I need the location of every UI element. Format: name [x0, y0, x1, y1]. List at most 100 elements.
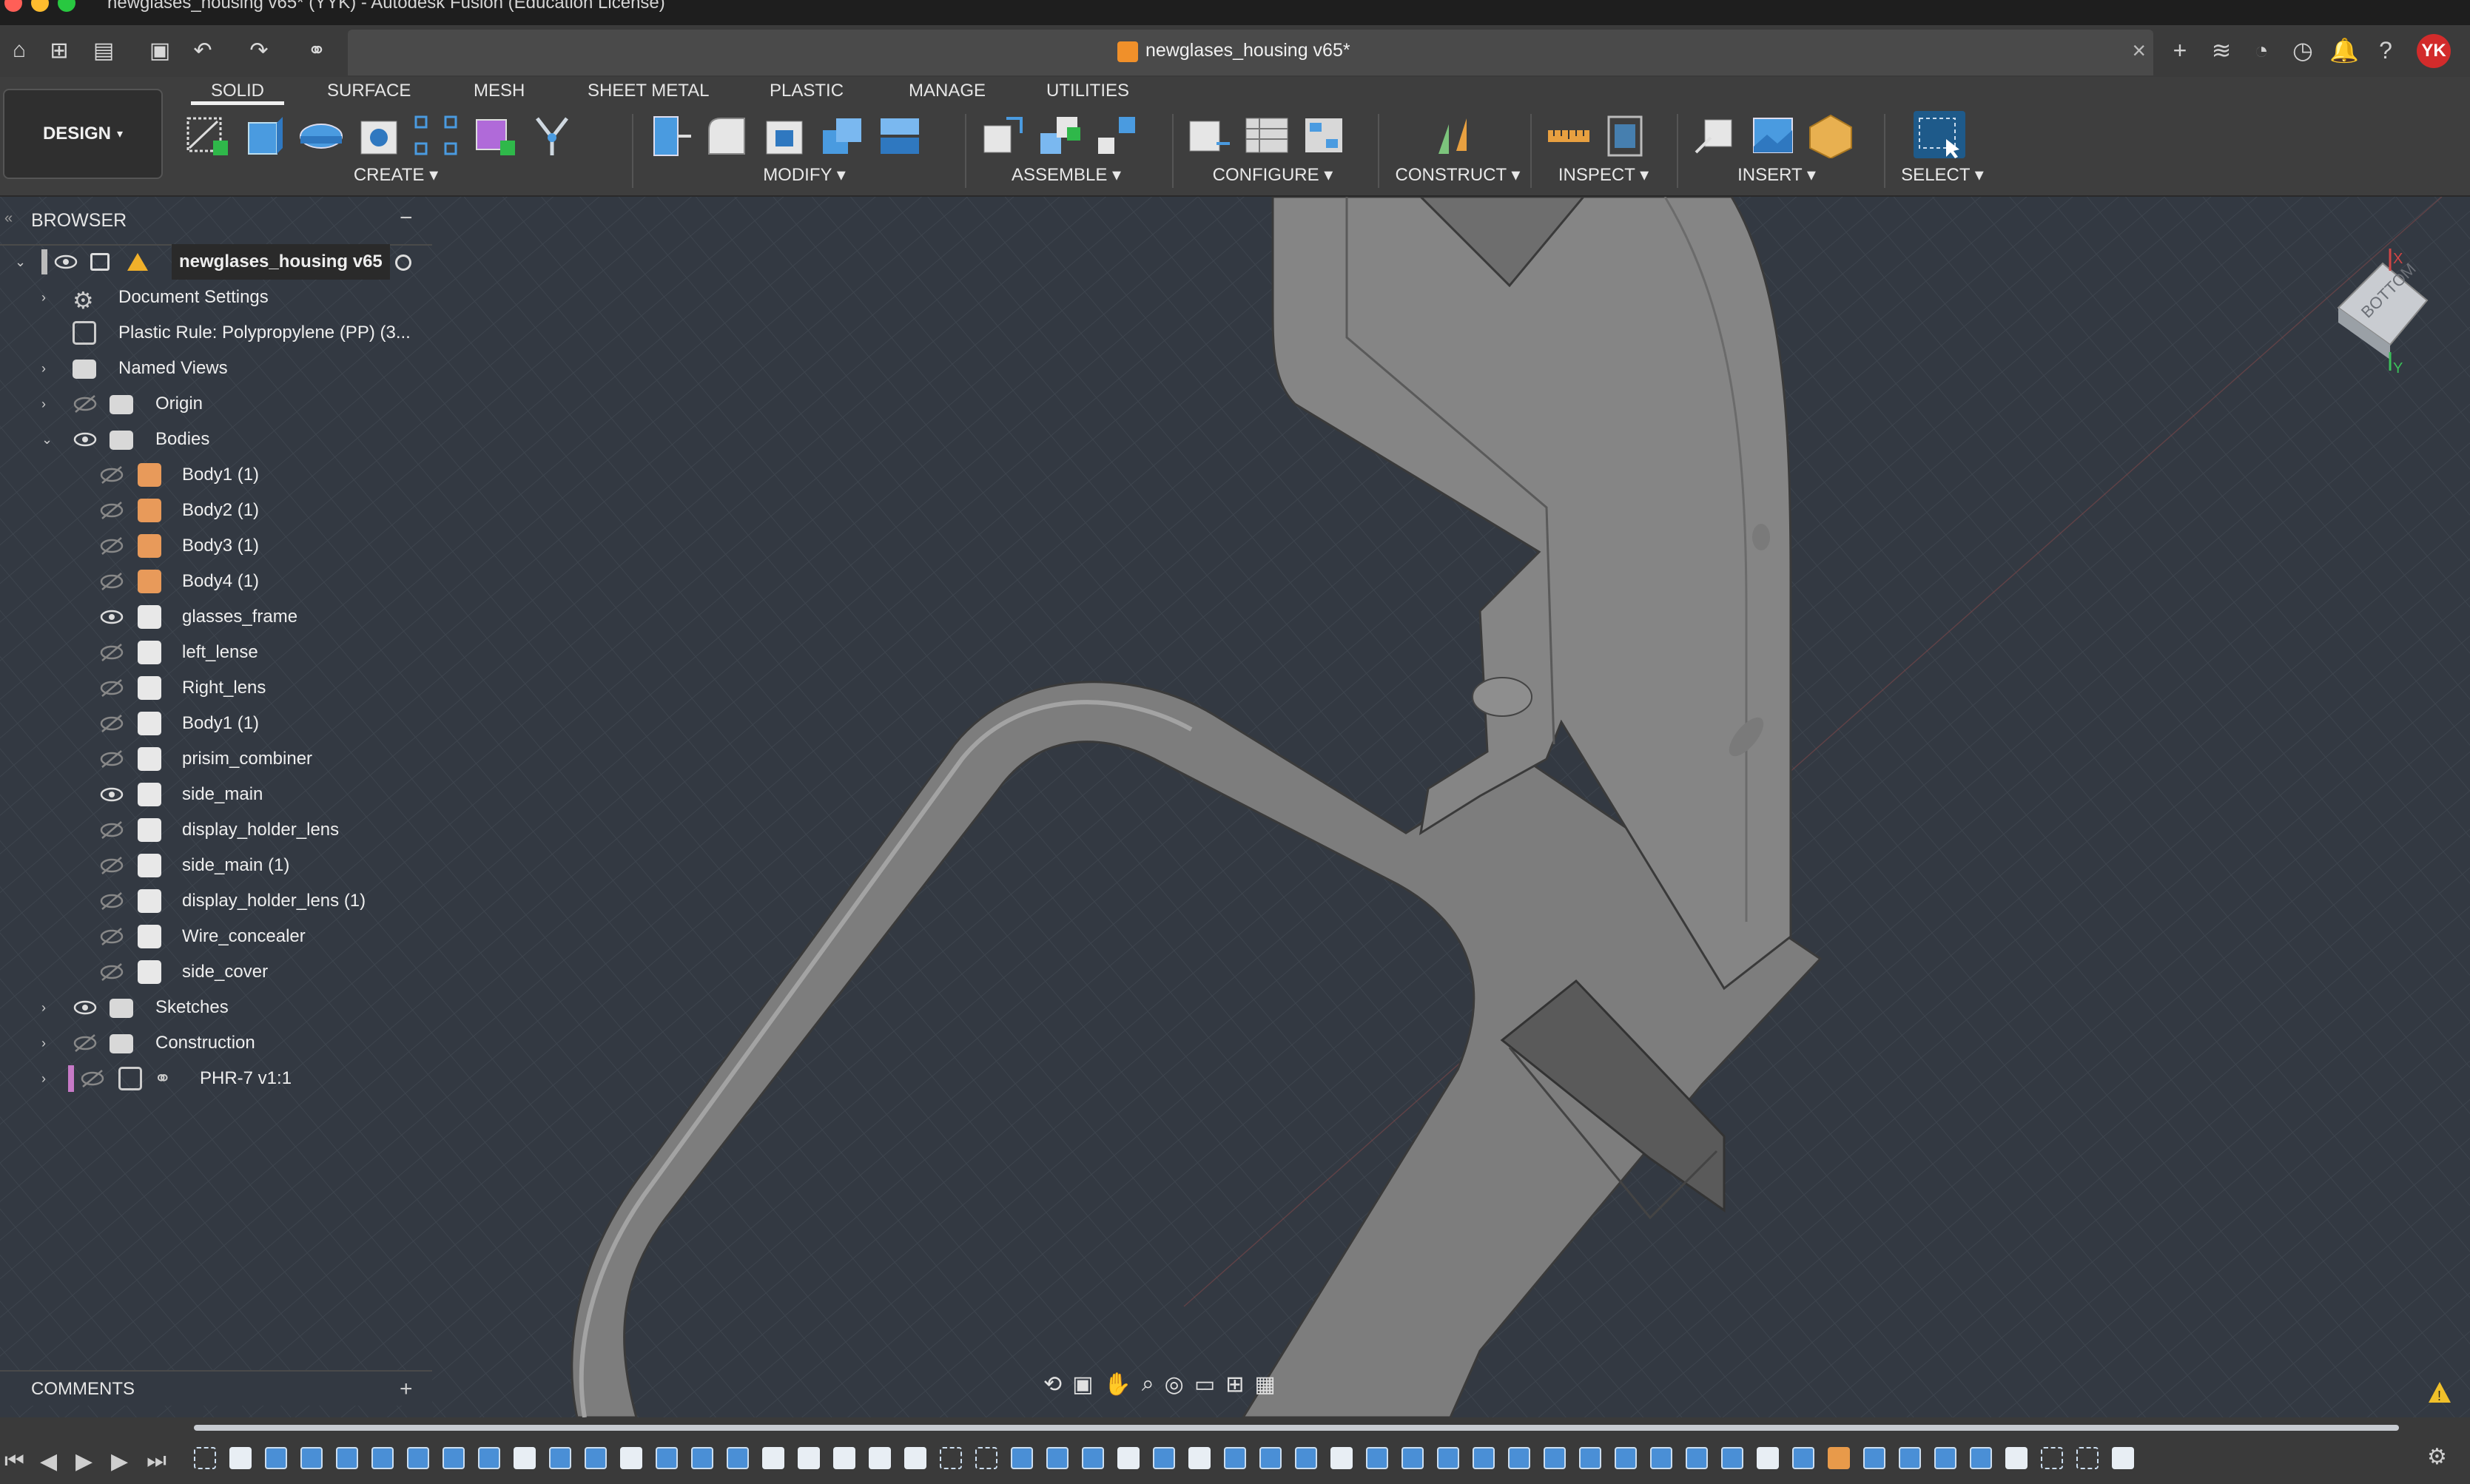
insert-menu[interactable]: INSERT ▾: [1690, 164, 1863, 186]
timeline-feature-icon[interactable]: [1828, 1447, 1850, 1469]
browser-item-construction[interactable]: › Construction: [0, 1025, 432, 1061]
hole-icon[interactable]: [354, 111, 406, 158]
timeline-feature-icon[interactable]: [1046, 1447, 1069, 1469]
timeline-feature-icon[interactable]: [727, 1447, 749, 1469]
joint-icon[interactable]: [1034, 111, 1086, 158]
pan-icon[interactable]: ✋: [1104, 1372, 1131, 1397]
play-icon[interactable]: ▶: [75, 1448, 92, 1474]
job-status-icon[interactable]: ◷: [2288, 36, 2318, 65]
timeline-feature-icon[interactable]: [1473, 1447, 1495, 1469]
eye-hidden-icon[interactable]: [99, 675, 124, 701]
insert-canvas-icon[interactable]: [1748, 111, 1800, 158]
warning-icon[interactable]: !: [2427, 1380, 2452, 1404]
body-item[interactable]: Right_lens: [0, 670, 432, 706]
new-component-icon[interactable]: [977, 111, 1029, 158]
timeline-feature-icon[interactable]: [1366, 1447, 1388, 1469]
eye-hidden-icon[interactable]: [99, 711, 124, 736]
data-panel-icon[interactable]: ⊞: [44, 36, 74, 65]
timeline-feature-icon[interactable]: [1508, 1447, 1530, 1469]
timeline-feature-icon[interactable]: [1792, 1447, 1814, 1469]
timeline-feature-icon[interactable]: [442, 1447, 465, 1469]
display-settings-icon[interactable]: ▭: [1194, 1372, 1215, 1397]
timeline-feature-icon[interactable]: [585, 1447, 607, 1469]
body-item[interactable]: Body4 (1): [0, 564, 432, 599]
configure-design-icon[interactable]: [1184, 111, 1236, 158]
browser-item-document-settings[interactable]: › ⚙ Document Settings: [0, 280, 432, 315]
eye-hidden-icon[interactable]: [99, 817, 124, 843]
timeline-feature-icon[interactable]: [1863, 1447, 1885, 1469]
extrude-icon[interactable]: [238, 111, 290, 158]
step-forward-icon[interactable]: ▶: [111, 1448, 128, 1474]
file-menu-icon[interactable]: ▤: [89, 36, 118, 65]
eye-icon[interactable]: [53, 249, 78, 274]
timeline-scrollbar[interactable]: [194, 1425, 2399, 1431]
collapse-panel-icon[interactable]: «: [4, 210, 13, 227]
timeline-feature-icon[interactable]: [1401, 1447, 1424, 1469]
tab-sheet-metal[interactable]: SHEET METAL: [588, 77, 709, 105]
timeline-feature-icon[interactable]: [1117, 1447, 1140, 1469]
browser-root[interactable]: ⌄ newglases_housing v65: [0, 244, 432, 280]
eye-icon[interactable]: [99, 782, 124, 807]
eye-hidden-icon[interactable]: [99, 959, 124, 985]
extensions-icon[interactable]: ≋: [2207, 36, 2236, 65]
create-menu[interactable]: CREATE ▾: [181, 164, 611, 186]
undo-icon[interactable]: ↶: [188, 36, 218, 65]
viewcube[interactable]: BOTTOM X Y: [2316, 241, 2442, 377]
offset-plane-icon[interactable]: [1431, 111, 1483, 158]
as-built-joint-icon[interactable]: [1092, 111, 1144, 158]
timeline-feature-icon[interactable]: [1330, 1447, 1353, 1469]
timeline-feature-icon[interactable]: [229, 1447, 252, 1469]
press-pull-icon[interactable]: [644, 111, 696, 158]
fillet-icon[interactable]: [701, 111, 753, 158]
close-tab-icon[interactable]: ×: [2132, 37, 2146, 64]
timeline-feature-icon[interactable]: [940, 1447, 962, 1469]
eye-hidden-icon[interactable]: [99, 888, 124, 914]
configure-menu[interactable]: CONFIGURE ▾: [1184, 164, 1362, 186]
timeline-feature-icon[interactable]: [656, 1447, 678, 1469]
browser-item-sketches[interactable]: › Sketches: [0, 990, 432, 1025]
user-avatar[interactable]: YK: [2417, 34, 2451, 68]
comments-panel[interactable]: COMMENTS +: [0, 1370, 432, 1406]
timeline-feature-icon[interactable]: [1757, 1447, 1779, 1469]
offset-face-icon[interactable]: [875, 111, 926, 158]
timeline-settings-icon[interactable]: ⚙: [2427, 1444, 2447, 1470]
timeline-feature-icon[interactable]: [2041, 1447, 2063, 1469]
pattern-icon[interactable]: [411, 111, 463, 158]
timeline-feature-icon[interactable]: [1650, 1447, 1672, 1469]
new-tab-icon[interactable]: +: [2165, 36, 2195, 65]
timeline-feature-icon[interactable]: [478, 1447, 500, 1469]
browser-item-origin[interactable]: › Origin: [0, 386, 432, 422]
tab-solid[interactable]: SOLID: [191, 77, 284, 105]
timeline-feature-icon[interactable]: [1615, 1447, 1637, 1469]
add-comment-icon[interactable]: +: [400, 1372, 413, 1407]
create-sketch-icon[interactable]: [181, 111, 232, 158]
timeline-feature-icon[interactable]: [691, 1447, 713, 1469]
interference-icon[interactable]: [1601, 111, 1653, 158]
construct-menu[interactable]: CONSTRUCT ▾: [1391, 164, 1524, 186]
timeline-feature-icon[interactable]: [762, 1447, 784, 1469]
fit-icon[interactable]: ◎: [1165, 1372, 1184, 1397]
timeline-feature-icon[interactable]: [336, 1447, 358, 1469]
eye-hidden-icon[interactable]: [99, 640, 124, 665]
eye-hidden-icon[interactable]: [99, 569, 124, 594]
insert-derive-icon[interactable]: [1690, 111, 1742, 158]
timeline-feature-icon[interactable]: [620, 1447, 642, 1469]
body-item[interactable]: side_main (1): [0, 848, 432, 883]
timeline-feature-icon[interactable]: [1153, 1447, 1175, 1469]
timeline-feature-icon[interactable]: [371, 1447, 394, 1469]
body-item[interactable]: Body2 (1): [0, 493, 432, 528]
timeline-feature-icon[interactable]: [2005, 1447, 2028, 1469]
timeline-feature-icon[interactable]: [1224, 1447, 1246, 1469]
body-item[interactable]: side_main: [0, 777, 432, 812]
body-item[interactable]: Body1 (1): [0, 457, 432, 493]
eye-icon[interactable]: [99, 604, 124, 630]
timeline-feature-icon[interactable]: [300, 1447, 323, 1469]
browser-item-named-views[interactable]: › Named Views: [0, 351, 432, 386]
body-item[interactable]: glasses_frame: [0, 599, 432, 635]
workspace-switcher[interactable]: DESIGN ▾: [3, 89, 163, 179]
timeline-feature-icon[interactable]: [904, 1447, 926, 1469]
timeline-feature-icon[interactable]: [798, 1447, 820, 1469]
shell-icon[interactable]: [759, 111, 811, 158]
close-window-icon[interactable]: [4, 0, 22, 12]
timeline-feature-icon[interactable]: [1011, 1447, 1033, 1469]
